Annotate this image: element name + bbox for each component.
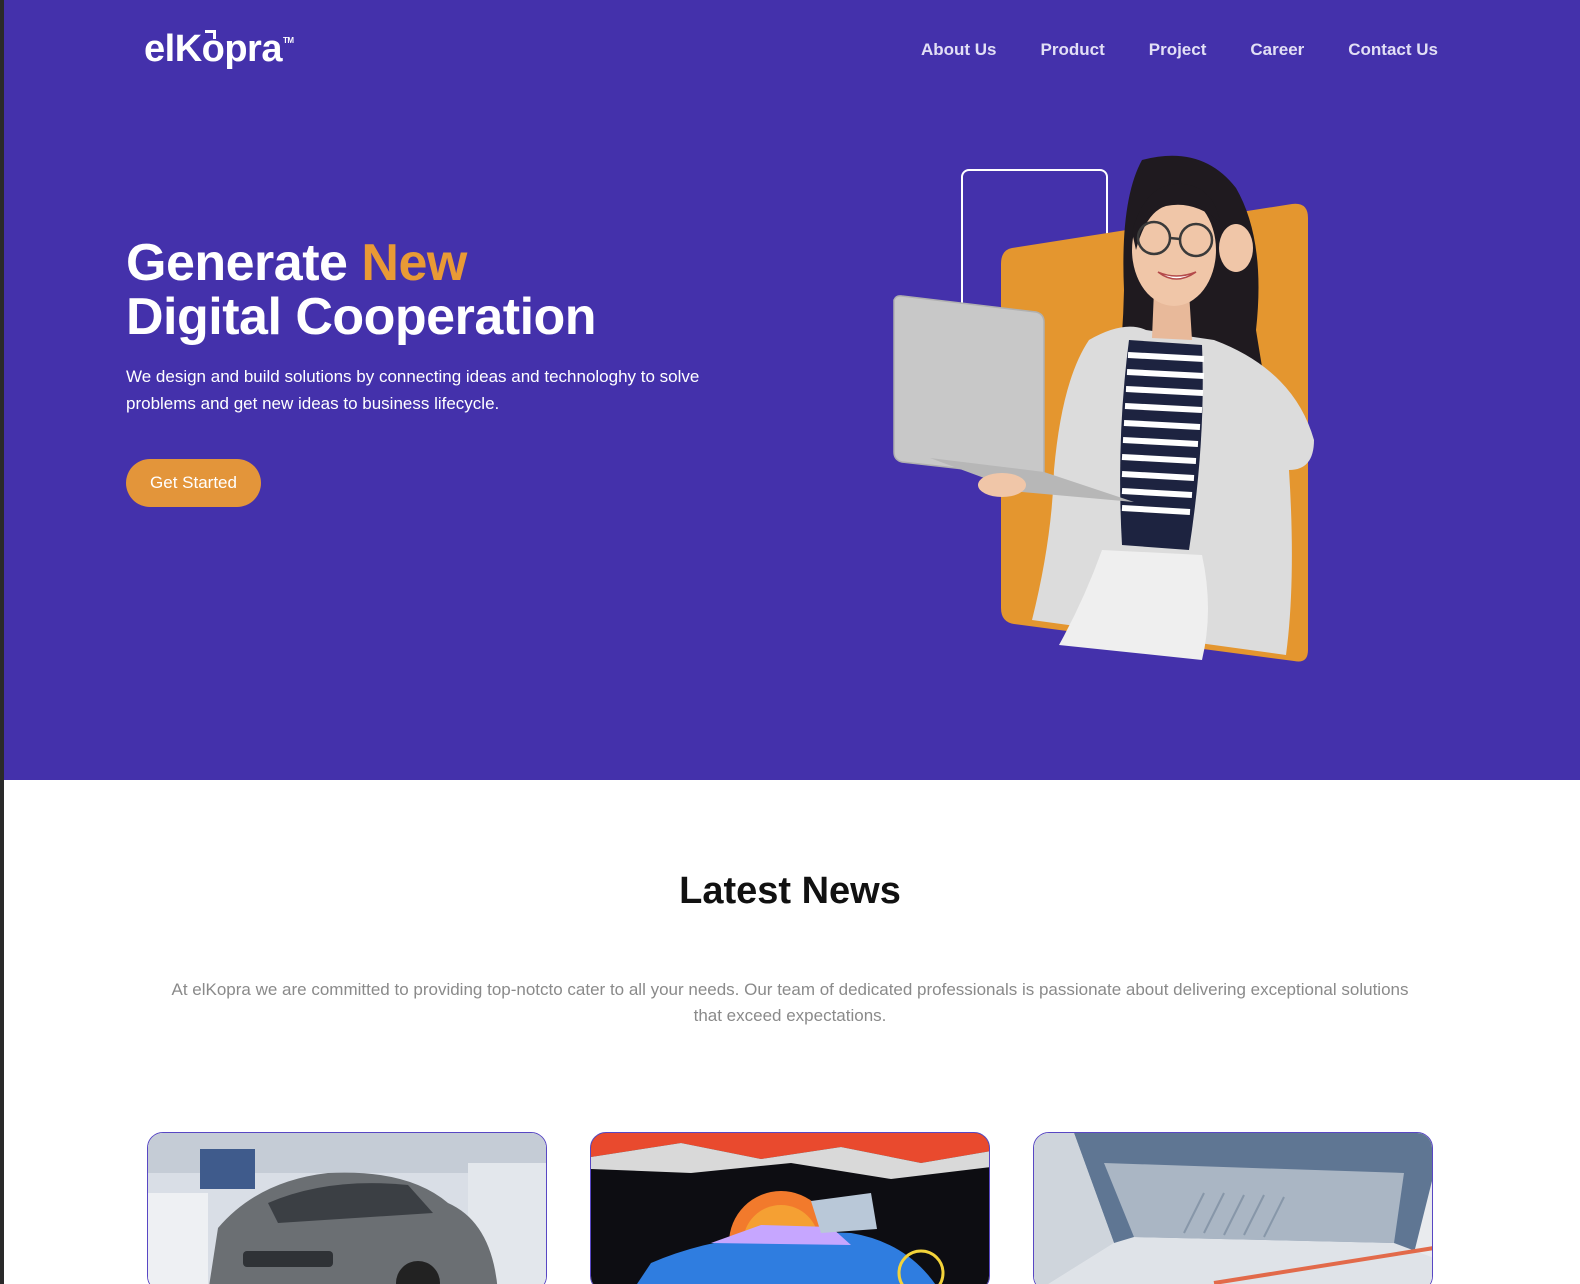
news-card-image-hardware <box>1034 1133 1432 1284</box>
hero-illustration <box>893 155 1314 662</box>
logo-trademark: TM <box>282 36 294 45</box>
logo-mark-icon <box>205 30 216 39</box>
main-nav: About Us Product Project Career Contact … <box>921 40 1438 60</box>
news-card-1[interactable] <box>147 1132 547 1284</box>
brand-logo[interactable]: elKopraTM <box>144 28 294 71</box>
latest-news-title: Latest News <box>679 870 901 912</box>
nav-project[interactable]: Project <box>1149 40 1207 60</box>
nav-contact-us[interactable]: Contact Us <box>1348 40 1438 60</box>
latest-news-description: At elKopra we are committed to providing… <box>171 980 1409 1025</box>
headline-line2: Digital Cooperation <box>126 288 597 346</box>
headline-part1: Generate <box>126 234 362 292</box>
nav-product[interactable]: Product <box>1041 40 1105 60</box>
hero-headline: Generate New Digital Cooperation <box>126 234 597 346</box>
nav-career[interactable]: Career <box>1250 40 1304 60</box>
hero-description: We design and build solutions by connect… <box>126 367 700 413</box>
nav-about-us[interactable]: About Us <box>921 40 997 60</box>
news-card-2[interactable] <box>590 1132 990 1284</box>
hero-section: elKopraTM About Us Product Project Caree… <box>4 0 1580 780</box>
laptop-icon <box>893 295 1045 479</box>
person-hand-laptop <box>978 473 1026 497</box>
news-card-image-retro-car <box>591 1133 989 1284</box>
news-card-image-car <box>148 1133 546 1284</box>
news-card-3[interactable] <box>1033 1132 1433 1284</box>
person-hand-raised <box>1219 224 1253 272</box>
get-started-button[interactable]: Get Started <box>126 459 261 507</box>
headline-accent: New <box>361 234 467 292</box>
